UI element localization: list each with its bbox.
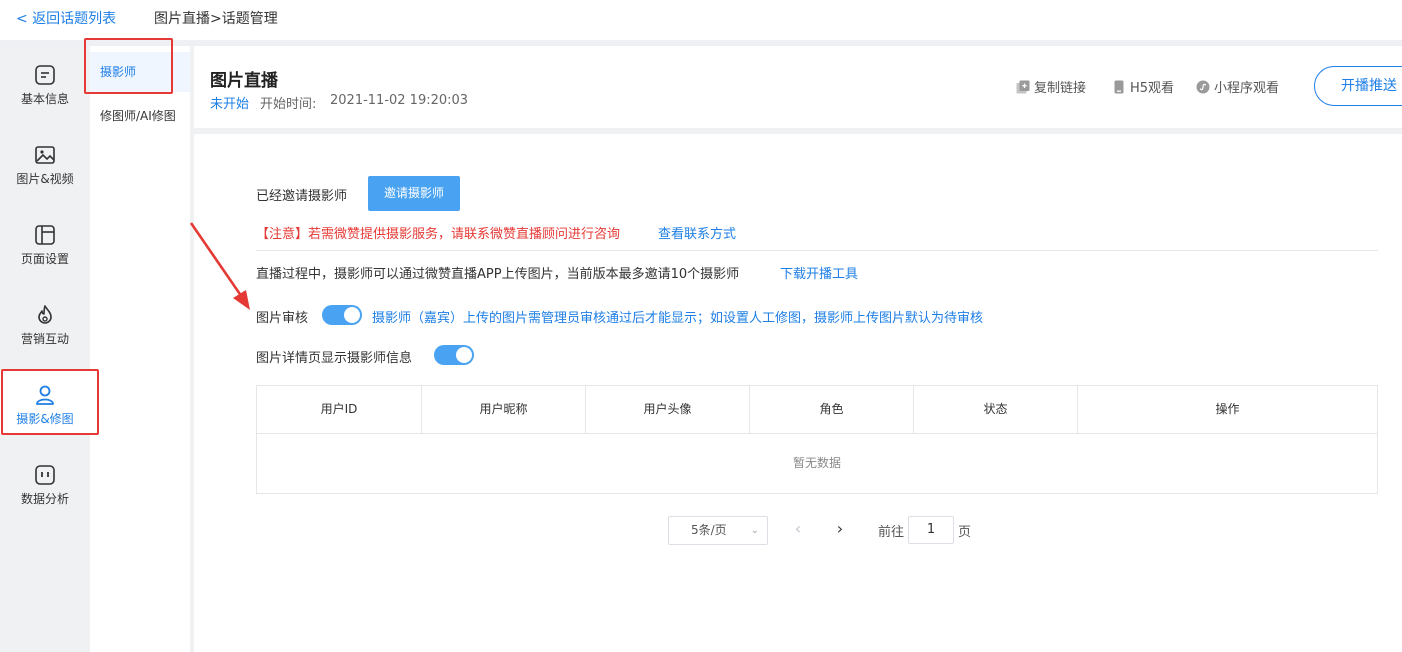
top-bar: < 返回话题列表 图片直播>话题管理 <box>0 0 1402 40</box>
photographer-description: 直播过程中，摄影师可以通过微赞直播APP上传图片，当前版本最多邀请10个摄影师 <box>256 267 740 282</box>
layout-icon <box>35 225 55 245</box>
toggle-knob <box>456 347 472 363</box>
mini-program-view-button[interactable]: 小程序观看 <box>1196 77 1279 96</box>
image-review-toggle[interactable] <box>322 305 362 325</box>
image-review-hint: 摄影师（嘉宾）上传的图片需管理员审核通过后才能显示；如设置人工修图，摄影师上传图… <box>372 311 984 326</box>
column-header-avatar: 用户头像 <box>586 386 750 433</box>
next-page-button[interactable]: › <box>830 520 850 540</box>
live-header: 图片直播 未开始 开始时间: 2021-11-02 19:20:03 复制链接 … <box>194 46 1402 128</box>
start-time-value: 2021-11-02 19:20:03 <box>330 93 469 108</box>
column-header-status: 状态 <box>914 386 1078 433</box>
column-header-role: 角色 <box>750 386 914 433</box>
start-time-label: 开始时间: <box>260 97 317 112</box>
fire-icon <box>38 305 52 324</box>
copy-icon <box>1016 80 1030 94</box>
breadcrumb: 图片直播>话题管理 <box>154 11 278 27</box>
image-icon <box>35 146 55 164</box>
sidebar-item-label: 数据分析 <box>20 492 69 506</box>
sidebar-item-page-settings[interactable]: 页面设置 <box>0 224 90 284</box>
info-icon <box>35 65 55 85</box>
chevron-down-icon: ⌄ <box>750 525 759 536</box>
page-size-select[interactable]: 5条/页 ⌄ <box>668 516 768 545</box>
show-photographer-info-label: 图片详情页显示摄影师信息 <box>256 351 413 366</box>
sidebar-item-marketing[interactable]: 营销互动 <box>0 304 90 364</box>
toggle-knob <box>344 307 360 323</box>
copy-link-button[interactable]: 复制链接 <box>1016 77 1086 96</box>
photo-submenu: 摄影师 修图师/AI修图 <box>90 46 190 652</box>
page-unit-label: 页 <box>958 525 972 540</box>
download-tool-link[interactable]: 下载开播工具 <box>780 263 858 282</box>
live-status-badge: 未开始 <box>210 97 250 112</box>
page-title: 图片直播 <box>210 71 278 91</box>
page-size-value: 5条/页 <box>691 523 727 537</box>
view-contact-link[interactable]: 查看联系方式 <box>658 223 736 242</box>
section-divider <box>256 250 1378 251</box>
mini-program-icon <box>1196 80 1210 94</box>
back-to-topic-list-link[interactable]: < 返回话题列表 <box>16 8 116 28</box>
sidebar-item-photo-retouch[interactable]: 摄影&修图 <box>0 370 90 434</box>
photographer-panel: 已经邀请摄影师 邀请摄影师 【注意】若需微赞提供摄影服务，请联系微赞直播顾问进行… <box>194 134 1402 652</box>
chart-icon <box>35 465 55 485</box>
phone-icon <box>1114 80 1124 94</box>
column-header-user-id: 用户ID <box>257 386 422 433</box>
sidebar-item-label: 图片&视频 <box>16 172 74 186</box>
column-header-nickname: 用户昵称 <box>422 386 586 433</box>
sidebar-item-label: 基本信息 <box>20 92 69 106</box>
goto-page-input[interactable]: 1 <box>908 516 954 544</box>
main-sidebar: 基本信息 图片&视频 页面设置 营销互动 摄影&修图 数据分析 <box>0 46 90 652</box>
prev-page-button[interactable]: ‹ <box>788 520 808 540</box>
column-header-actions: 操作 <box>1215 402 1240 416</box>
show-photographer-info-toggle[interactable] <box>434 345 474 365</box>
mini-program-view-label: 小程序观看 <box>1214 81 1280 96</box>
image-review-label: 图片审核 <box>256 311 309 326</box>
h5-view-label: H5观看 <box>1130 81 1175 96</box>
sidebar-item-basic-info[interactable]: 基本信息 <box>0 64 90 124</box>
table-empty-text: 暂无数据 <box>792 456 841 470</box>
submenu-item-retoucher[interactable]: 修图师/AI修图 <box>90 96 190 136</box>
sidebar-item-data-analysis[interactable]: 数据分析 <box>0 464 90 524</box>
table-header: 用户ID 用户昵称 用户头像 角色 状态 操作 <box>257 386 1377 434</box>
invite-photographer-button[interactable]: 邀请摄影师 <box>368 176 460 211</box>
h5-view-button[interactable]: H5观看 <box>1112 77 1174 96</box>
photographer-table: 用户ID 用户昵称 用户头像 角色 状态 操作 暂无数据 <box>256 385 1378 494</box>
invited-photographers-label: 已经邀请摄影师 <box>256 189 348 204</box>
submenu-item-photographer[interactable]: 摄影师 <box>90 52 190 92</box>
service-notice: 【注意】若需微赞提供摄影服务，请联系微赞直播顾问进行咨询 <box>256 227 621 242</box>
goto-label: 前往 <box>878 525 905 540</box>
sidebar-item-label: 营销互动 <box>20 332 69 346</box>
copy-link-label: 复制链接 <box>1034 81 1087 96</box>
sidebar-item-label: 摄影&修图 <box>16 412 74 426</box>
push-notification-button[interactable]: 开播推送 <box>1314 66 1402 106</box>
user-icon <box>36 385 54 405</box>
sidebar-item-label: 页面设置 <box>20 252 69 266</box>
sidebar-item-image-video[interactable]: 图片&视频 <box>0 144 90 204</box>
